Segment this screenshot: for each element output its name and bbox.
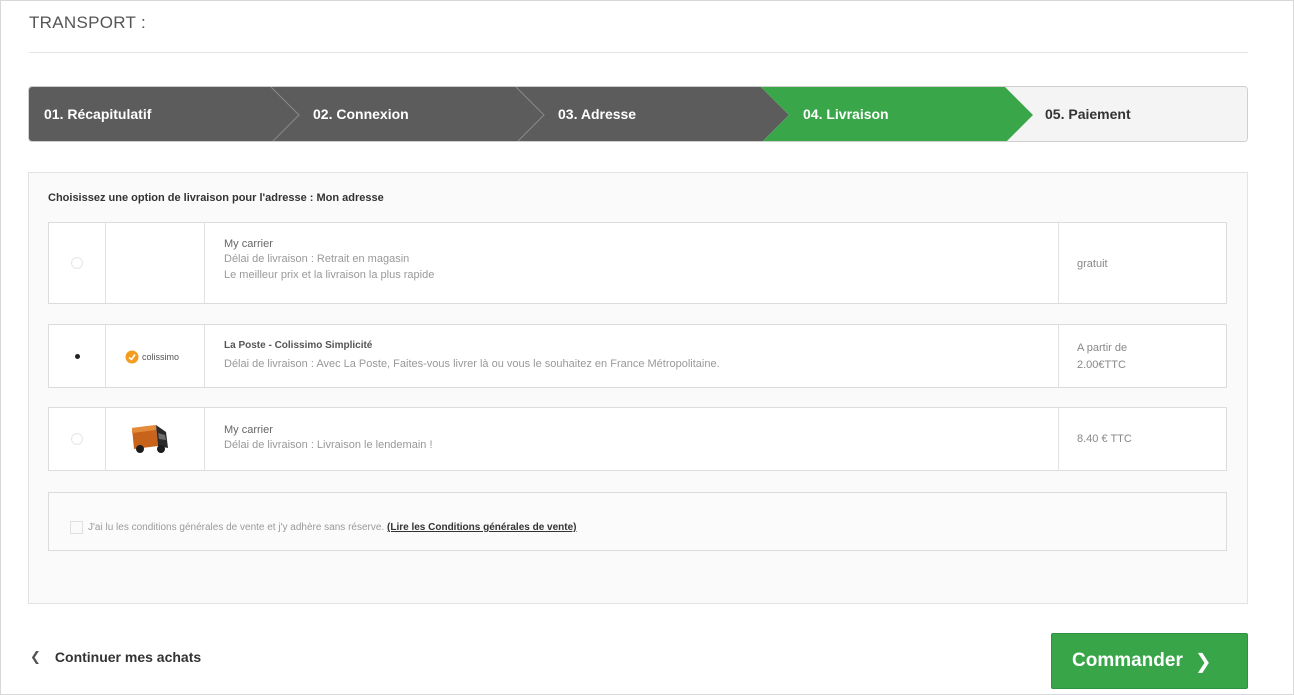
carrier-description: My carrier Délai de livraison : Livraiso… [205, 408, 1059, 470]
carrier-description: La Poste - Colissimo Simplicité Délai de… [205, 325, 1059, 387]
delivery-option-store-pickup[interactable]: My carrier Délai de livraison : Retrait … [48, 222, 1227, 304]
delivery-address-label: Choisissez une option de livraison pour … [48, 192, 384, 204]
terms-text: J'ai lu les conditions générales de vent… [88, 522, 385, 533]
step-livraison: 04. Livraison [803, 106, 889, 122]
step-connexion[interactable]: 02. Connexion [313, 106, 409, 122]
carrier-price: 8.40 € TTC [1077, 433, 1132, 445]
delivery-option-next-day[interactable]: My carrier Délai de livraison : Livraiso… [48, 407, 1227, 471]
delivery-radio[interactable] [71, 350, 83, 362]
price-value: 2.00€TTC [1077, 359, 1126, 371]
truck-icon [132, 425, 168, 453]
price-prefix: A partir de [1077, 342, 1128, 354]
delivery-radio[interactable] [71, 433, 83, 445]
checkout-steps: 01. Récapitulatif 02. Connexion 03. Adre… [28, 86, 1248, 142]
carrier-delay: Délai de livraison : Avec La Poste, Fait… [224, 358, 720, 370]
step-adresse[interactable]: 03. Adresse [558, 106, 636, 122]
step-shape-adresse [516, 87, 789, 141]
carrier-note: Le meilleur prix et la livraison la plus… [224, 269, 435, 281]
step-paiement: 05. Paiement [1045, 106, 1131, 122]
option-radio-cell [49, 223, 106, 303]
colissimo-logo: colissimo [125, 350, 179, 364]
colissimo-logo-text: colissimo [142, 352, 180, 362]
carrier-name: La Poste - Colissimo Simplicité [224, 340, 373, 351]
continue-shopping-label: Continuer mes achats [54, 649, 202, 665]
terms-link[interactable]: (Lire les Conditions générales de vente) [387, 522, 577, 533]
terms-checkbox[interactable] [70, 521, 83, 534]
terms-box: J'ai lu les conditions générales de vent… [48, 492, 1227, 551]
carrier-delay: Délai de livraison : Livraison le lendem… [224, 439, 433, 451]
colissimo-mark-icon [125, 350, 139, 364]
order-button[interactable]: Commander ❯ [1051, 633, 1248, 689]
carrier-price: A partir de 2.00€TTC [1059, 325, 1226, 387]
title-divider [29, 52, 1248, 53]
order-button-label: Commander [1072, 650, 1183, 671]
page-title: TRANSPORT : [29, 13, 146, 32]
carrier-price: gratuit [1077, 258, 1108, 270]
continue-shopping-link[interactable]: ❮ Continuer mes achats [30, 649, 201, 665]
option-radio-cell [49, 408, 106, 470]
step-shape-livraison [761, 87, 1033, 141]
carrier-description: My carrier Délai de livraison : Retrait … [205, 223, 1059, 303]
carrier-name: My carrier [224, 424, 273, 436]
carrier-delay: Délai de livraison : Retrait en magasin [224, 253, 410, 265]
terms-text-wrap: J'ai lu les conditions générales de vent… [88, 522, 577, 533]
carrier-name: My carrier [224, 238, 273, 250]
delivery-option-colissimo[interactable]: colissimo La Poste - Colissimo Simplicit… [48, 324, 1227, 388]
option-radio-cell [49, 325, 106, 387]
step-recapitulatif[interactable]: 01. Récapitulatif [44, 106, 151, 122]
carrier-logo-cell [106, 408, 205, 470]
chevron-right-icon: ❯ [1194, 650, 1212, 673]
carrier-logo-cell [106, 223, 205, 303]
chevron-left-icon: ❮ [30, 649, 41, 664]
delivery-radio[interactable] [71, 257, 83, 269]
carrier-logo-cell: colissimo [106, 325, 205, 387]
